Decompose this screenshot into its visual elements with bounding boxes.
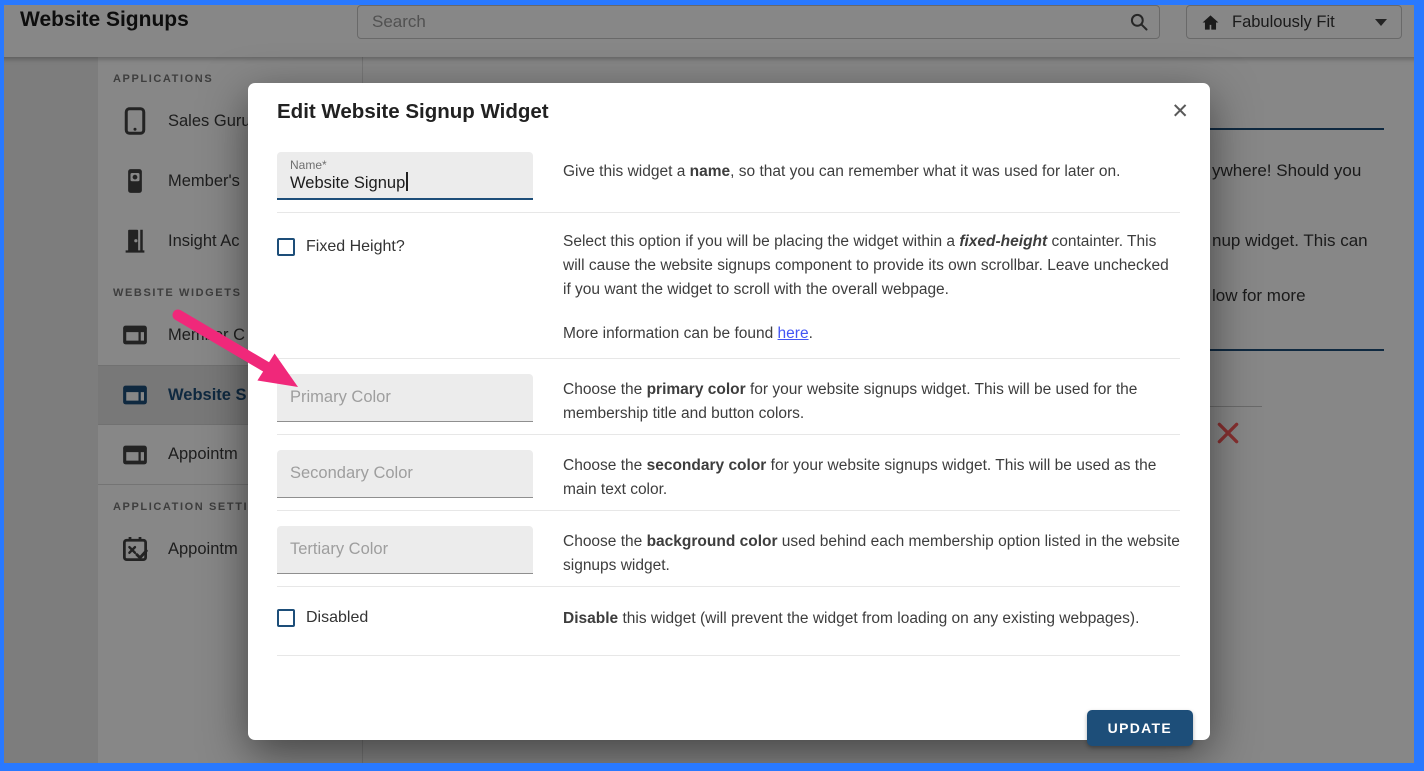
secondary-color-row: Choose the secondary color for your webs… <box>277 435 1180 511</box>
dialog-body: Name* Website Signup Give this widget a … <box>248 124 1210 656</box>
tertiary-color-field[interactable] <box>277 526 533 574</box>
name-description: Give this widget a name, so that you can… <box>563 163 1121 180</box>
fixed-height-description: Select this option if you will be placin… <box>563 230 1180 346</box>
edit-widget-dialog: Edit Website Signup Widget ✕ Name* Websi… <box>248 83 1210 746</box>
disabled-checkbox[interactable] <box>277 609 295 627</box>
primary-color-description: Choose the primary color for your websit… <box>563 381 1138 422</box>
update-button[interactable]: UPDATE <box>1086 710 1193 746</box>
primary-color-row: Choose the primary color for your websit… <box>277 359 1180 435</box>
fixed-height-label: Fixed Height? <box>306 238 405 255</box>
name-field-label: Name* <box>290 158 327 172</box>
primary-color-input[interactable] <box>277 374 533 421</box>
page: Website Signups Fabulously Fit APPLICATI… <box>0 0 1424 771</box>
close-icon[interactable]: ✕ <box>1167 100 1193 124</box>
secondary-color-description: Choose the secondary color for your webs… <box>563 457 1157 498</box>
more-info-line: More information can be found here. <box>563 325 813 342</box>
disabled-description: Disable this widget (will prevent the wi… <box>563 610 1140 627</box>
more-info-link[interactable]: here <box>778 325 809 342</box>
text-cursor <box>406 172 408 191</box>
name-field-value: Website Signup <box>290 172 408 193</box>
tertiary-color-description: Choose the background color used behind … <box>563 533 1180 574</box>
tertiary-color-input[interactable] <box>277 526 533 573</box>
tertiary-color-row: Choose the background color used behind … <box>277 511 1180 587</box>
secondary-color-input[interactable] <box>277 450 533 497</box>
disabled-label: Disabled <box>306 609 369 626</box>
disabled-row: Disabled Disable this widget (will preve… <box>277 587 1180 656</box>
fixed-height-checkbox[interactable] <box>277 238 295 256</box>
dialog-footer: UPDATE <box>248 656 1210 746</box>
primary-color-field[interactable] <box>277 374 533 422</box>
secondary-color-field[interactable] <box>277 450 533 498</box>
name-field[interactable]: Name* Website Signup <box>277 152 533 200</box>
dialog-title: Edit Website Signup Widget <box>277 100 549 123</box>
dialog-header: Edit Website Signup Widget ✕ <box>248 83 1210 124</box>
fixed-height-row: Fixed Height? Select this option if you … <box>277 213 1180 359</box>
name-row: Name* Website Signup Give this widget a … <box>277 124 1180 213</box>
fixed-height-description-text: Select this option if you will be placin… <box>563 233 1169 298</box>
